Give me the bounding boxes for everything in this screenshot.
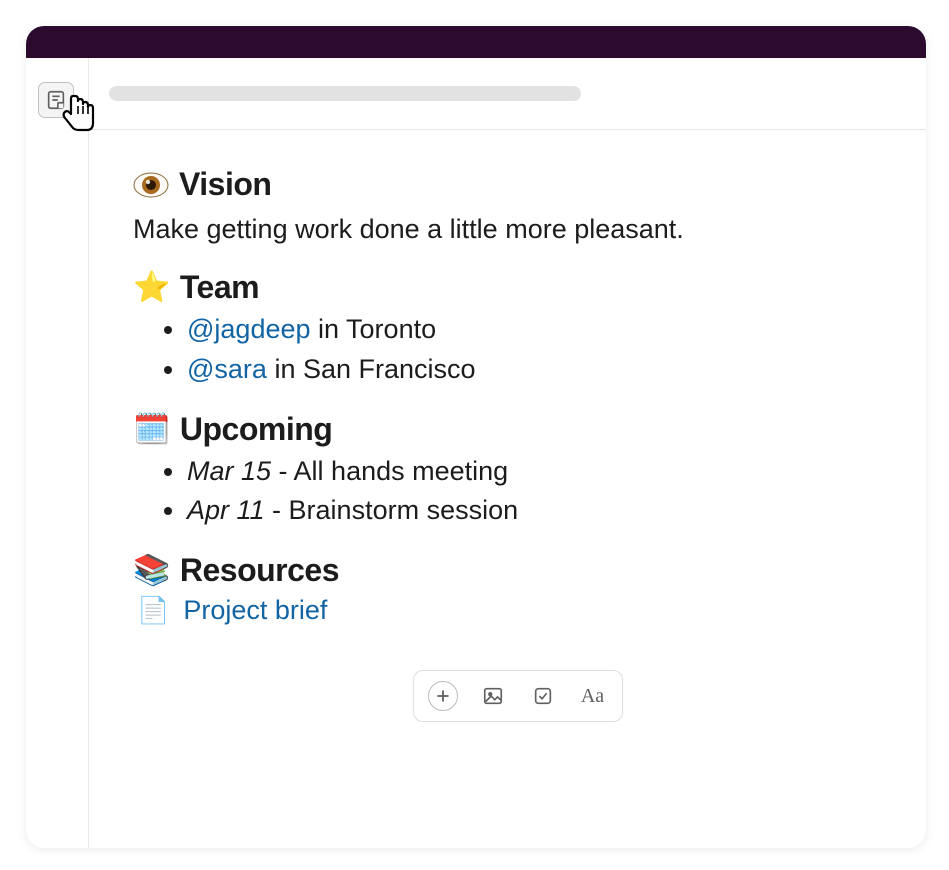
heading-vision: Vision bbox=[133, 166, 902, 203]
heading-resources-text: Resources bbox=[180, 552, 339, 589]
upcoming-list: Mar 15 - All hands meeting Apr 11 - Brai… bbox=[187, 452, 902, 530]
upcoming-date: Apr 11 bbox=[187, 495, 265, 525]
heading-upcoming: 🗓️ Upcoming bbox=[133, 411, 902, 448]
text-format-button[interactable]: Aa bbox=[578, 681, 608, 711]
add-button[interactable] bbox=[428, 681, 458, 711]
page-icon: 📄 bbox=[137, 595, 169, 626]
star-icon: ⭐ bbox=[133, 270, 170, 305]
checklist-button[interactable] bbox=[528, 681, 558, 711]
content-area: Vision Make getting work done a little m… bbox=[89, 58, 926, 848]
list-item: Mar 15 - All hands meeting bbox=[187, 452, 902, 491]
image-icon bbox=[482, 685, 504, 707]
heading-upcoming-text: Upcoming bbox=[180, 411, 332, 448]
editor-toolbar: Aa bbox=[413, 670, 623, 722]
image-button[interactable] bbox=[478, 681, 508, 711]
mention-link[interactable]: @jagdeep bbox=[187, 314, 311, 344]
team-item-suffix: in Toronto bbox=[311, 314, 437, 344]
title-placeholder[interactable] bbox=[109, 86, 581, 101]
vision-body: Make getting work done a little more ple… bbox=[133, 211, 902, 247]
upcoming-desc: - Brainstorm session bbox=[265, 495, 519, 525]
window-titlebar bbox=[26, 26, 926, 58]
document-header bbox=[89, 58, 926, 130]
list-item: Apr 11 - Brainstorm session bbox=[187, 491, 902, 530]
heading-team-text: Team bbox=[180, 269, 259, 306]
heading-vision-text: Vision bbox=[179, 166, 271, 203]
main-area: Vision Make getting work done a little m… bbox=[26, 58, 926, 848]
resource-link[interactable]: Project brief bbox=[183, 595, 327, 626]
heading-resources: 📚 Resources bbox=[133, 552, 902, 589]
upcoming-desc: - All hands meeting bbox=[271, 456, 508, 486]
team-list: @jagdeep in Toronto @sara in San Francis… bbox=[187, 310, 902, 388]
app-window: Vision Make getting work done a little m… bbox=[26, 26, 926, 848]
text-format-label: Aa bbox=[581, 685, 604, 708]
books-icon: 📚 bbox=[133, 553, 170, 588]
document-body[interactable]: Vision Make getting work done a little m… bbox=[89, 130, 926, 756]
resource-item: 📄 Project brief bbox=[137, 595, 902, 626]
document-icon bbox=[45, 89, 67, 111]
upcoming-date: Mar 15 bbox=[187, 456, 271, 486]
mention-link[interactable]: @sara bbox=[187, 354, 267, 384]
canvas-icon-button[interactable] bbox=[38, 82, 74, 118]
calendar-icon: 🗓️ bbox=[133, 412, 170, 447]
list-item: @sara in San Francisco bbox=[187, 350, 902, 389]
eye-icon bbox=[133, 172, 169, 198]
plus-icon bbox=[432, 685, 454, 707]
checkbox-icon bbox=[532, 685, 554, 707]
list-item: @jagdeep in Toronto bbox=[187, 310, 902, 349]
left-sidebar bbox=[26, 58, 89, 848]
heading-team: ⭐ Team bbox=[133, 269, 902, 306]
team-item-suffix: in San Francisco bbox=[267, 354, 476, 384]
